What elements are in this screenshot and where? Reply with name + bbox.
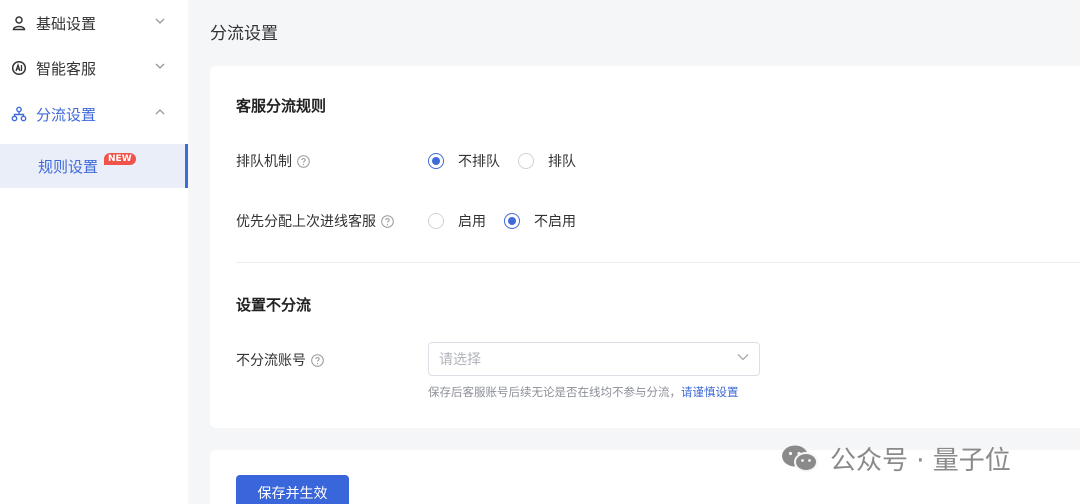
no-split-hint: 保存后客服账号后续无论是否在线均不参与分流，请谨慎设置 xyxy=(428,384,739,400)
sidebar-item-label: 智能客服 xyxy=(36,59,97,78)
sidebar-item-basic-settings[interactable]: 基础设置 xyxy=(0,0,188,46)
no-split-account-select[interactable]: 请选择 xyxy=(428,342,760,376)
sidebar-subitem-label: 规则设置 xyxy=(38,157,99,176)
sidebar: 基础设置 智能客服 分流设置 规则设置 NEW xyxy=(0,0,188,504)
priority-label-text: 优先分配上次进线客服 xyxy=(236,214,376,230)
active-indicator xyxy=(185,144,188,188)
hint-text: 保存后客服账号后续无论是否在线均不参与分流， xyxy=(428,385,681,399)
section-title-rules: 客服分流规则 xyxy=(236,97,327,115)
chevron-down-icon xyxy=(154,15,166,27)
chevron-down-icon xyxy=(154,60,166,72)
select-placeholder: 请选择 xyxy=(439,352,481,368)
ai-bot-icon xyxy=(10,59,28,77)
radio-enable[interactable] xyxy=(428,213,444,229)
wechat-icon xyxy=(780,443,820,475)
queue-radio-group: 不排队 排队 xyxy=(428,151,594,171)
sidebar-item-label: 分流设置 xyxy=(36,105,97,124)
sidebar-item-label: 基础设置 xyxy=(36,14,97,33)
help-icon[interactable] xyxy=(381,214,394,228)
radio-queue[interactable] xyxy=(518,153,534,169)
chevron-down-icon xyxy=(737,353,749,365)
section-title-no-split: 设置不分流 xyxy=(236,296,312,314)
org-tree-icon xyxy=(10,105,28,123)
no-split-account-label: 不分流账号 xyxy=(236,350,324,370)
new-badge: NEW xyxy=(104,153,136,165)
user-group-icon xyxy=(10,14,28,32)
help-icon[interactable] xyxy=(311,353,324,367)
radio-no-queue[interactable] xyxy=(428,153,444,169)
priority-label: 优先分配上次进线客服 xyxy=(236,211,394,231)
queue-label: 排队机制 xyxy=(236,151,310,171)
help-icon[interactable] xyxy=(297,154,310,168)
priority-radio-group: 启用 不启用 xyxy=(428,211,594,231)
radio-queue-label[interactable]: 排队 xyxy=(548,151,576,171)
save-and-apply-button[interactable]: 保存并生效 xyxy=(236,475,349,504)
queue-label-text: 排队机制 xyxy=(236,154,292,170)
sidebar-item-split-settings[interactable]: 分流设置 xyxy=(0,91,188,137)
chevron-up-icon xyxy=(154,106,166,118)
no-split-account-label-text: 不分流账号 xyxy=(236,353,306,369)
hint-link: 请谨慎设置 xyxy=(681,385,739,399)
sidebar-item-smart-service[interactable]: 智能客服 xyxy=(0,45,188,91)
radio-disable[interactable] xyxy=(504,213,520,229)
watermark: 公众号 · 量子位 xyxy=(780,440,1011,477)
settings-card: 客服分流规则 排队机制 不排队 排队 优先分配上次进线客服 启用 不启用 设置不… xyxy=(210,66,1080,428)
radio-enable-label[interactable]: 启用 xyxy=(458,211,486,231)
page-title: 分流设置 xyxy=(210,24,278,44)
watermark-text: 公众号 · 量子位 xyxy=(830,446,1011,476)
section-divider xyxy=(236,262,1080,263)
radio-no-queue-label[interactable]: 不排队 xyxy=(458,151,500,171)
sidebar-subitem-rule-settings[interactable]: 规则设置 NEW xyxy=(0,144,188,188)
radio-disable-label[interactable]: 不启用 xyxy=(534,211,576,231)
